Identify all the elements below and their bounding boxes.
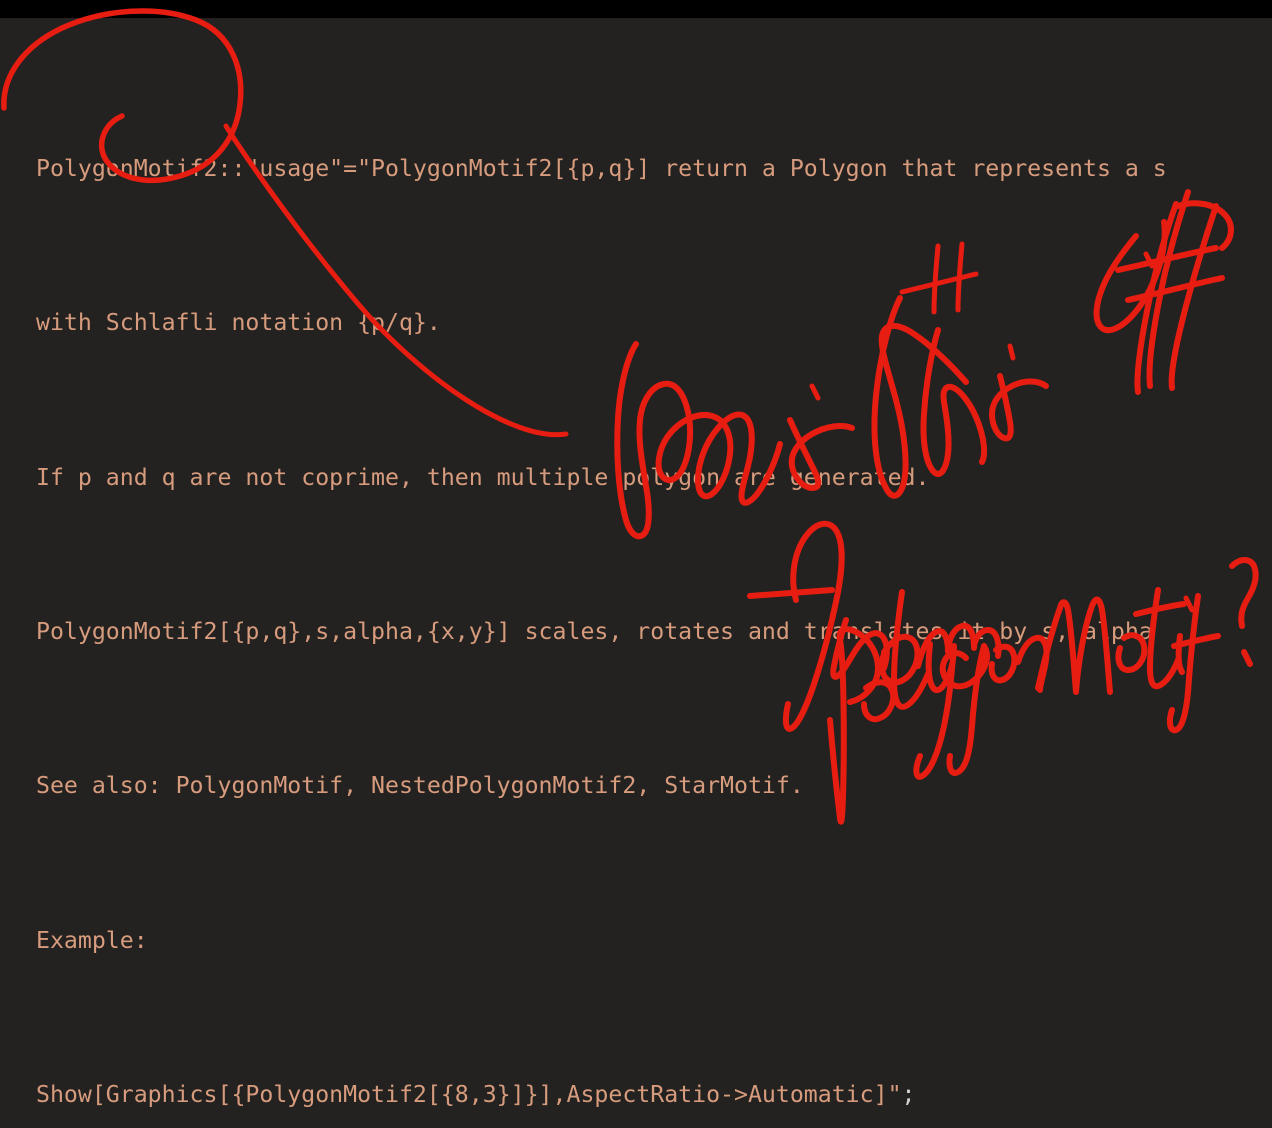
code-line: PolygonMotif2[{p,q},s,alpha,{x,y}] scale…: [36, 613, 1167, 652]
screenshot-root: PolygonMotif2::"usage"="PolygonMotif2[{p…: [0, 0, 1272, 1128]
code-editor-pane[interactable]: PolygonMotif2::"usage"="PolygonMotif2[{p…: [0, 18, 1272, 1128]
code-line: Show[Graphics[{PolygonMotif2[{8,3}]}],As…: [36, 1076, 1167, 1115]
code-token-string: Show[Graphics[{PolygonMotif2[{8,3}]}],As…: [36, 1081, 902, 1109]
code-token-string: PolygonMotif2::"usage"="PolygonMotif2[{p…: [36, 154, 1167, 182]
code-token-string: PolygonMotif2[{p,q},s,alpha,{x,y}] scale…: [36, 617, 1153, 645]
code-line: Example:: [36, 922, 1167, 961]
code-line: PolygonMotif2::"usage"="PolygonMotif2[{p…: [36, 150, 1167, 189]
code-line: If p and q are not coprime, then multipl…: [36, 459, 1167, 498]
code-token-string: with Schlafli notation {p/q}.: [36, 309, 441, 337]
code-token-string: If p and q are not coprime, then multipl…: [36, 463, 930, 491]
top-black-strip: [0, 0, 1272, 18]
code-line: See also: PolygonMotif, NestedPolygonMot…: [36, 767, 1167, 806]
code-token-semicolon: ;: [901, 1081, 916, 1109]
code-text-block[interactable]: PolygonMotif2::"usage"="PolygonMotif2[{p…: [36, 34, 1167, 1128]
code-line: with Schlafli notation {p/q}.: [36, 304, 1167, 343]
code-token-string: Example:: [36, 926, 148, 954]
code-token-string: See also: PolygonMotif, NestedPolygonMot…: [36, 772, 804, 800]
